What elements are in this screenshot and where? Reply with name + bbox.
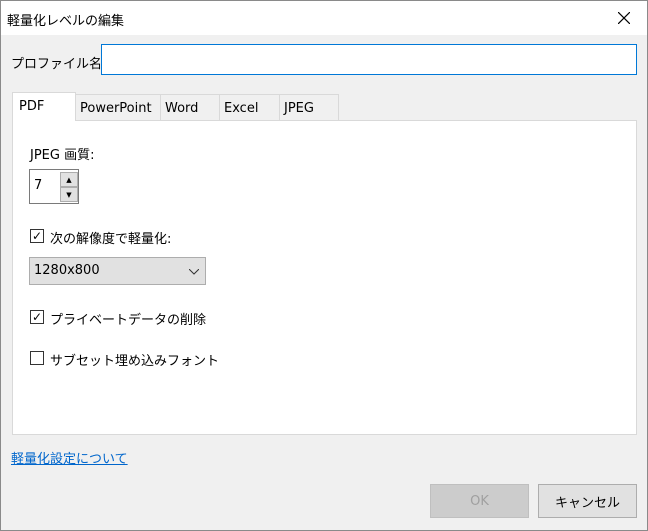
resolution-checkbox-label: 次の解像度で軽量化: (50, 232, 172, 247)
profile-name-input[interactable] (101, 44, 637, 75)
jpeg-quality-value[interactable]: 7 (34, 178, 42, 193)
tab-powerpoint[interactable]: PowerPoint (75, 94, 161, 120)
title-bar: 軽量化レベルの編集 (1, 1, 647, 35)
close-button[interactable] (601, 1, 647, 35)
window-title: 軽量化レベルの編集 (7, 14, 125, 29)
arrow-up-icon: ▲ (66, 175, 72, 184)
tab-excel[interactable]: Excel (219, 94, 280, 120)
compression-settings-link[interactable]: 軽量化設定について (11, 448, 128, 467)
checkmark-icon: ✓ (31, 310, 43, 324)
checkmark-icon: ✓ (31, 229, 43, 243)
cancel-button[interactable]: キャンセル (538, 484, 637, 518)
decrement-button[interactable]: ▼ (60, 187, 78, 202)
tab-pdf[interactable]: PDF (12, 92, 76, 121)
tab-jpeg[interactable]: JPEG (279, 94, 339, 120)
resolution-checkbox[interactable]: ✓ (30, 229, 44, 243)
private-data-checkbox-label: プライベートデータの削除 (50, 313, 207, 328)
dialog-window: 軽量化レベルの編集 プロファイル名: PDF PowerPoint Word E… (0, 0, 648, 531)
arrow-down-icon: ▼ (66, 190, 72, 199)
increment-button[interactable]: ▲ (60, 172, 78, 187)
resolution-select[interactable]: 1280x800 (29, 257, 206, 285)
jpeg-quality-stepper[interactable]: 7 ▲ ▼ (29, 169, 79, 204)
ok-button[interactable]: OK (430, 484, 529, 518)
resolution-select-value: 1280x800 (34, 263, 100, 278)
private-data-checkbox[interactable]: ✓ (30, 310, 44, 324)
jpeg-quality-label: JPEG 画質: (30, 148, 95, 163)
subset-font-checkbox-label: サブセット埋め込みフォント (50, 354, 220, 369)
close-icon (618, 12, 630, 24)
profile-name-label: プロファイル名: (11, 57, 107, 72)
subset-font-checkbox[interactable] (30, 351, 44, 365)
chevron-down-icon (189, 269, 199, 275)
tab-word[interactable]: Word (160, 94, 220, 120)
